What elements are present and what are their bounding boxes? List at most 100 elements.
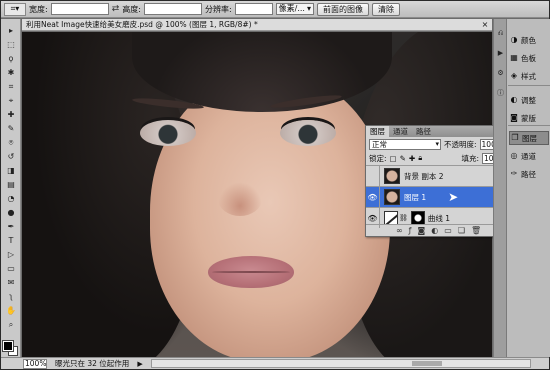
notes-icon[interactable]: ✉: [4, 277, 18, 288]
brush-icon[interactable]: ✎: [4, 123, 18, 134]
dock-item-adjustments[interactable]: ◐ 调整: [509, 93, 549, 107]
lock-position-icon[interactable]: ✚: [409, 154, 415, 163]
lasso-icon[interactable]: ϙ: [4, 53, 18, 64]
slice-icon[interactable]: ⌖: [4, 95, 18, 106]
crop-icon[interactable]: ⌗: [4, 81, 18, 92]
eye-icon[interactable]: 👁︎: [366, 187, 380, 207]
adjustment-icon[interactable]: ◐: [431, 226, 438, 235]
type-icon[interactable]: T: [4, 235, 18, 246]
path-select-icon[interactable]: ▷: [4, 249, 18, 260]
layers-panel-footer: ∞ ƒ ◙ ◐ ▭ ❏ 🗑︎: [366, 224, 509, 236]
dock-item-label: 色板: [521, 53, 536, 63]
dock-item-label: 蒙版: [521, 113, 536, 123]
document-tab[interactable]: 利用Neat Image快速给美女磨皮.psd @ 100% (图层 1, RG…: [22, 19, 492, 31]
dock-item-label: 样式: [521, 71, 536, 81]
tool-presets-icon[interactable]: ⚙: [496, 69, 505, 78]
dock-item-label: 调整: [521, 95, 536, 105]
dock-item-styles[interactable]: ◈ 样式: [509, 69, 549, 83]
lock-all-icon[interactable]: 🔒︎: [418, 153, 422, 163]
gradient-icon[interactable]: ▤: [4, 179, 18, 190]
tab-channels[interactable]: 通道: [389, 126, 412, 137]
healing-icon[interactable]: ✚: [4, 109, 18, 120]
height-input[interactable]: [143, 3, 202, 15]
new-layer-icon[interactable]: ❏: [458, 226, 465, 235]
front-image-button[interactable]: 前面的图像: [317, 2, 369, 16]
dock-item-label: 路径: [521, 169, 536, 179]
hand-icon[interactable]: ✋: [4, 305, 18, 316]
dock-item-masks[interactable]: ◙ 蒙版: [509, 111, 549, 125]
tab-layers[interactable]: 图层: [366, 126, 389, 137]
resolution-input[interactable]: [234, 3, 273, 15]
dock-separator: [508, 125, 550, 126]
status-menu-arrow[interactable]: ▶: [137, 360, 142, 368]
pen-icon[interactable]: ✒: [4, 221, 18, 232]
lock-pixels-icon[interactable]: ✎: [400, 154, 406, 163]
blend-mode-select[interactable]: 正常 ▾: [369, 138, 441, 150]
actions-icon[interactable]: ▶: [496, 49, 505, 58]
unit-select[interactable]: 像素/... ▾: [275, 3, 314, 15]
eraser-icon[interactable]: ◨: [4, 165, 18, 176]
cursor-icon: ➤: [448, 190, 459, 204]
layer-thumbnail: [384, 189, 400, 205]
blur-icon[interactable]: ◔: [4, 193, 18, 204]
fill-label: 填充:: [461, 153, 479, 163]
chain-link-icon: ⛓: [399, 214, 408, 222]
layers-panel: 图层 通道 路径 ▸≡ 正常▾ 不透明度: 100% 锁定: ▢ ✎ ✚ 🔒︎ …: [365, 125, 510, 237]
lock-transparent-icon[interactable]: ▢: [390, 154, 397, 163]
link-layers-icon[interactable]: ∞: [396, 226, 403, 235]
marquee-icon[interactable]: ⬚: [4, 39, 18, 50]
group-icon[interactable]: ▭: [444, 226, 452, 235]
options-bar: ⌗▾ 宽度: ⇄ 高度: 分辨率: 像素/... ▾ 前面的图像 清除: [1, 1, 549, 18]
adjustments-icon: ◐: [510, 95, 518, 104]
color-icon: ◑: [510, 35, 518, 44]
shape-icon[interactable]: ▭: [4, 263, 18, 274]
foreground-color-swatch[interactable]: [2, 340, 14, 352]
photoshop-window: ⌗▾ 宽度: ⇄ 高度: 分辨率: 像素/... ▾ 前面的图像 清除 ▸ ⬚ ϙ ✱ ⌗…: [0, 0, 550, 370]
layer-row[interactable]: 背景 副本 2: [366, 165, 509, 186]
magic-wand-icon[interactable]: ✱: [4, 67, 18, 78]
zoom-icon[interactable]: ⌕: [4, 319, 18, 330]
layer-name: 图层 1: [404, 192, 427, 202]
dock-tool-strip: ⎌ ▶ ⚙ ⓘ: [494, 19, 507, 357]
dock-item-label: 图层: [522, 133, 537, 143]
move-icon[interactable]: ▸: [4, 25, 18, 36]
history-brush-icon[interactable]: ↺: [4, 151, 18, 162]
height-label: 高度:: [122, 4, 141, 14]
photo-nose: [218, 182, 262, 216]
dock-item-layers[interactable]: ❐ 图层: [509, 131, 549, 145]
info-icon[interactable]: ⓘ: [496, 89, 505, 98]
mask-icon[interactable]: ◙: [418, 226, 426, 235]
clear-button[interactable]: 清除: [372, 2, 400, 16]
tab-paths[interactable]: 路径: [412, 126, 435, 137]
styles-icon: ◈: [510, 71, 518, 80]
visibility-toggle[interactable]: [366, 166, 380, 186]
dock-item-color[interactable]: ◑ 颜色: [509, 33, 549, 47]
close-icon[interactable]: ×: [480, 19, 490, 30]
clone-stamp-icon[interactable]: ⍟: [4, 137, 18, 148]
layer-row-selected[interactable]: 👁︎ 图层 1 ➤: [366, 186, 509, 207]
zoom-input[interactable]: 100%: [23, 358, 47, 369]
delete-icon[interactable]: 🗑︎: [471, 226, 481, 235]
masks-icon: ◙: [510, 113, 518, 122]
document-title: 利用Neat Image快速给美女磨皮.psd @ 100% (图层 1, RG…: [26, 20, 258, 29]
layer-name: 曲线 1: [427, 213, 451, 223]
dock-item-paths[interactable]: ✑ 路径: [509, 167, 549, 181]
layers-panel-tabs: 图层 通道 路径 ▸≡: [366, 126, 509, 137]
dock-item-swatches[interactable]: ▦ 色板: [509, 51, 549, 65]
channels-icon: ◎: [510, 151, 518, 160]
right-dock: ⎌ ▶ ⚙ ⓘ ◑ 颜色 ▦ 色板 ◈ 样式 ◐ 调整 ◙ 蒙版 ❐ 图层 ◎ 通道 ✑ 路径: [493, 19, 550, 357]
eyedropper-icon[interactable]: ʅ: [4, 291, 18, 302]
layer-mask-thumbnail[interactable]: [410, 211, 425, 225]
photo-eye-left: [140, 120, 196, 146]
swap-icon[interactable]: ⇄: [112, 4, 120, 14]
horizontal-scrollbar[interactable]: [150, 359, 531, 368]
dock-item-channels[interactable]: ◎ 通道: [509, 149, 549, 163]
dodge-icon[interactable]: ●: [4, 207, 18, 218]
history-icon[interactable]: ⎌: [496, 29, 505, 38]
width-input[interactable]: [50, 3, 109, 15]
dock-item-label: 颜色: [521, 35, 536, 45]
dock-separator: [508, 85, 550, 86]
lock-row: 锁定: ▢ ✎ ✚ 🔒︎ 填充: 100%: [366, 151, 509, 165]
crop-icon[interactable]: ⌗▾: [4, 2, 26, 16]
fx-icon[interactable]: ƒ: [409, 226, 412, 235]
